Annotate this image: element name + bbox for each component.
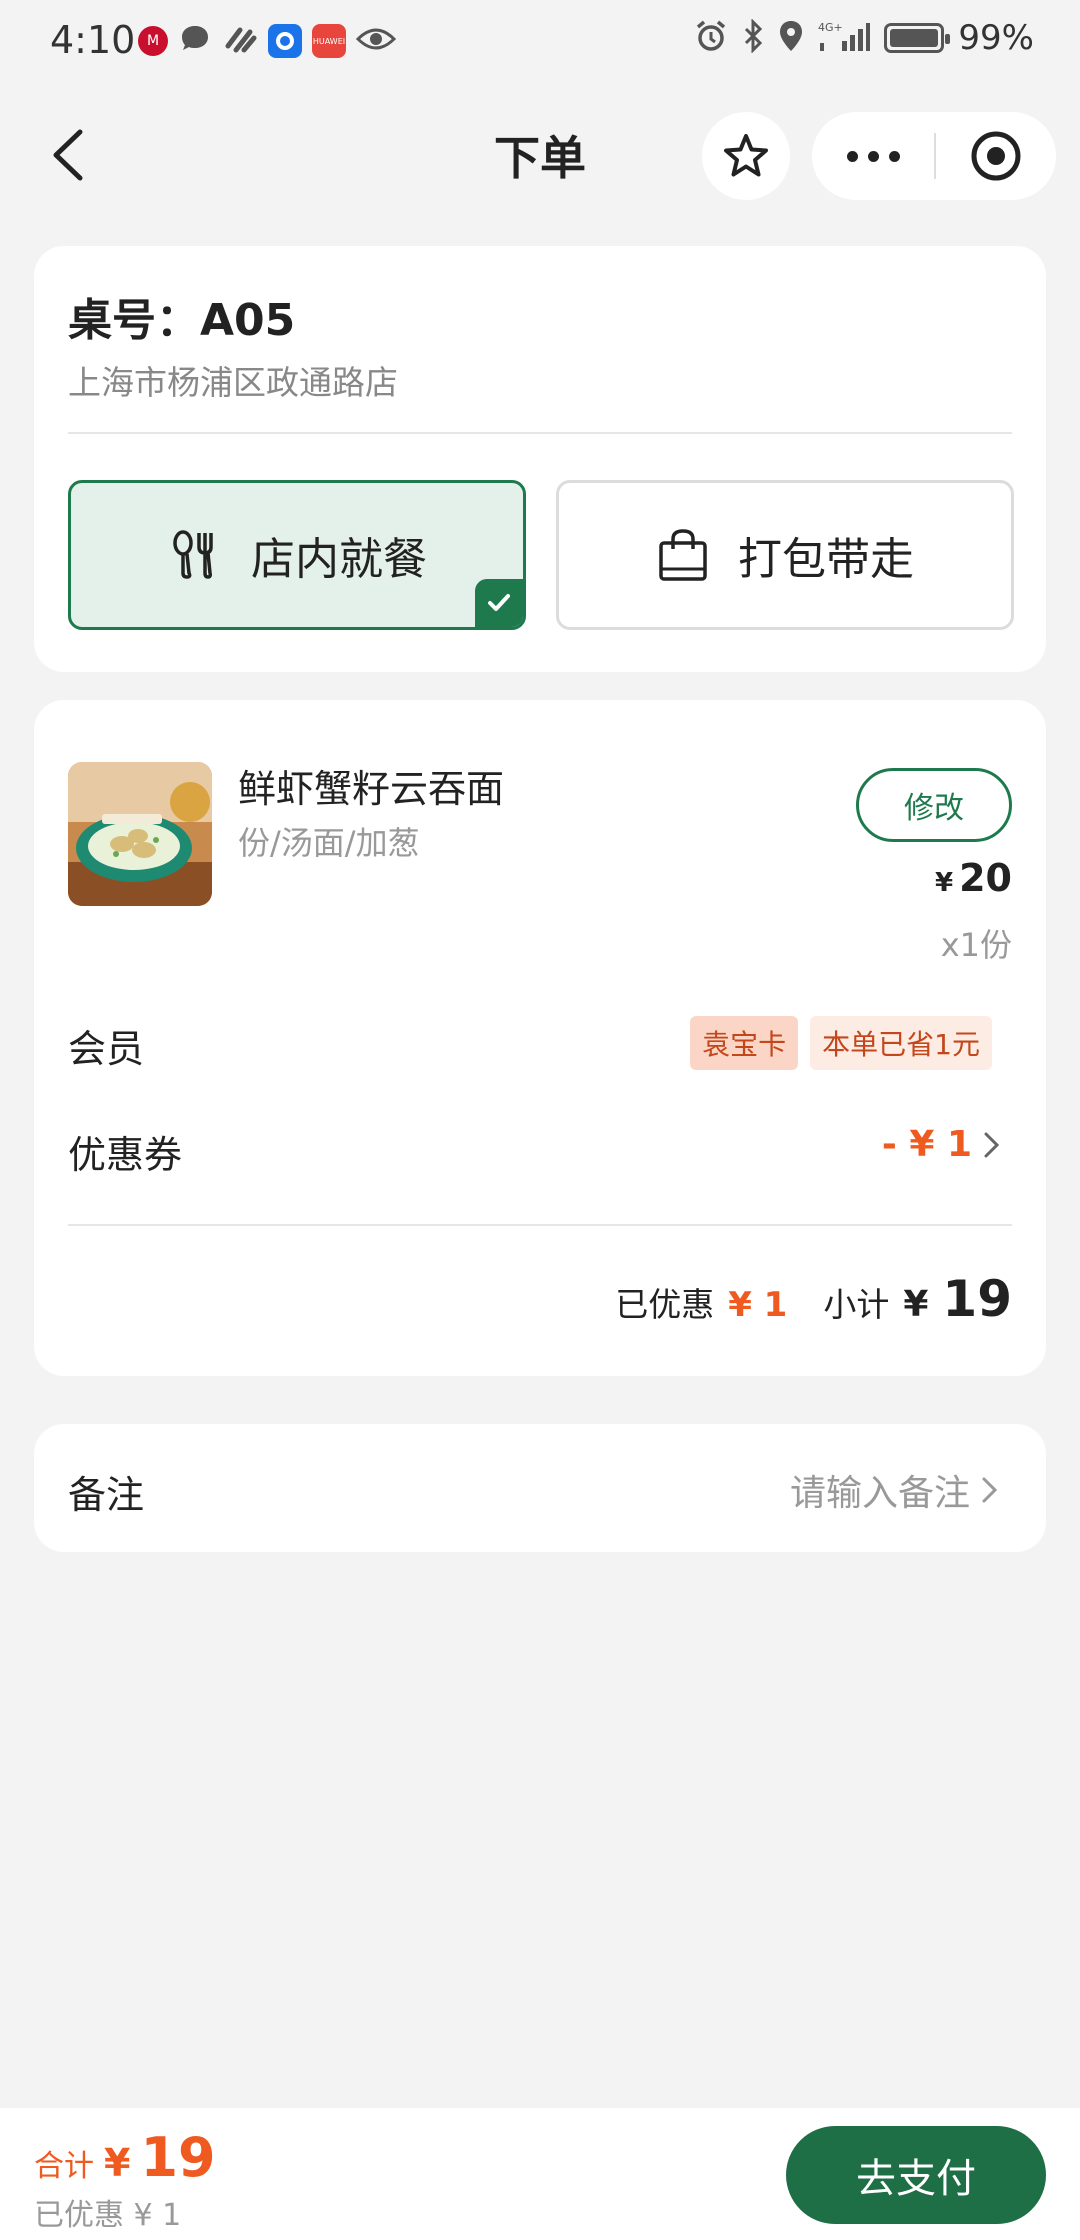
dine-in-option[interactable]: 店内就餐	[68, 480, 526, 630]
dish-price: ¥ 20	[935, 856, 1012, 900]
remark-input[interactable]: 请输入备注	[790, 1464, 1002, 1516]
more-button[interactable]	[812, 112, 934, 200]
remark-placeholder: 请输入备注	[789, 1473, 970, 1514]
pay-button[interactable]: 去支付	[786, 2126, 1046, 2224]
subtotal-row: 已优惠 ¥ 1 小计 ¥ 19	[615, 1270, 1012, 1328]
member-card-tag: 袁宝卡	[690, 1016, 799, 1070]
dine-in-label: 店内就餐	[251, 534, 427, 585]
dish-price-value: 20	[959, 856, 1012, 900]
more-dots-icon	[846, 150, 858, 162]
location-icon	[778, 19, 804, 57]
bluetooth-icon	[742, 18, 764, 57]
checkout-bar: 合计 ¥ 19 已优惠 ¥ 1 去支付	[0, 2108, 1080, 2240]
dish-quantity: x1份	[940, 926, 1012, 964]
fork-spoon-icon	[173, 530, 213, 579]
signal-4g-icon: 4G+	[818, 19, 871, 57]
subtotal-value: 19	[942, 1270, 1012, 1328]
subtotal-label: 小计	[823, 1285, 890, 1324]
status-system-icons: 4G+ 99%	[694, 18, 1034, 58]
battery-percent: 99%	[958, 18, 1034, 58]
chevron-right-icon	[984, 1132, 1000, 1157]
more-dot	[867, 150, 879, 162]
chat-bubble-icon	[178, 22, 212, 60]
coupon-row-action[interactable]: - ¥ 1	[882, 1124, 1004, 1165]
store-name: 上海市杨浦区政通路店	[68, 363, 398, 402]
table-card: 桌号：A05 上海市杨浦区政通路店 店内就餐 打包带走	[34, 246, 1046, 672]
svg-text:4G+: 4G+	[818, 21, 843, 34]
star-icon	[724, 134, 768, 177]
coupon-label: 优惠券	[68, 1133, 183, 1177]
member-saved-tag: 本单已省1元	[810, 1016, 992, 1070]
total-line: 合计 ¥ 19	[34, 2126, 216, 2189]
shopping-bag-icon	[659, 529, 707, 581]
cmb-icon: M	[138, 26, 168, 56]
link-icon	[222, 22, 258, 60]
member-tags: 袁宝卡 本单已省1元	[690, 1016, 992, 1070]
takeaway-label: 打包带走	[738, 534, 914, 585]
discount-value: ¥ 1	[728, 1285, 788, 1325]
takeaway-option[interactable]: 打包带走	[556, 480, 1014, 630]
status-app-icons: M HUAWEI	[138, 22, 397, 60]
order-card: 鲜虾蟹籽云吞面 份/汤面/加葱 修改 ¥ 20 x1份 会员 袁宝卡 本单已省1…	[34, 700, 1046, 1376]
more-dot	[888, 150, 900, 162]
dish-image	[68, 762, 212, 906]
target-close-icon	[971, 131, 1021, 181]
battery-fill	[890, 29, 939, 47]
alarm-icon	[694, 19, 728, 57]
battery-icon	[884, 23, 951, 53]
status-bar: 4:10 M HUAWEI 4G+ 99%	[0, 0, 1080, 84]
status-time: 4:10	[50, 18, 136, 62]
total-saved: 已优惠 ¥ 1	[34, 2198, 182, 2233]
remark-label: 备注	[68, 1473, 145, 1517]
coupon-value: - ¥ 1	[881, 1124, 972, 1165]
favorite-button[interactable]	[702, 112, 790, 200]
close-miniprogram-button[interactable]	[936, 112, 1056, 200]
nav-bar: 下单	[0, 100, 1080, 210]
total-value: 19	[140, 2126, 216, 2189]
discount-label: 已优惠	[615, 1285, 715, 1324]
eye-icon	[355, 24, 397, 58]
check-icon	[488, 594, 510, 611]
edit-dish-button[interactable]: 修改	[856, 768, 1012, 842]
subtotal-currency: ¥	[903, 1284, 929, 1325]
huawei-store-icon: HUAWEI	[312, 24, 346, 58]
divider	[68, 1224, 1012, 1226]
remark-card[interactable]: 备注 请输入备注	[34, 1424, 1046, 1552]
table-number: 桌号：A05	[68, 295, 296, 346]
baidu-app-icon	[268, 24, 302, 58]
chevron-right-icon	[982, 1477, 998, 1503]
selected-check-badge	[475, 579, 523, 627]
dish-name: 鲜虾蟹籽云吞面	[238, 767, 505, 811]
dish-spec: 份/汤面/加葱	[238, 824, 420, 862]
miniprogram-capsule	[812, 112, 1056, 200]
total-label: 合计	[34, 2149, 94, 2184]
member-label: 会员	[68, 1027, 145, 1071]
currency-symbol: ¥	[935, 868, 954, 898]
divider	[68, 432, 1012, 434]
total-currency: ¥	[104, 2141, 131, 2185]
